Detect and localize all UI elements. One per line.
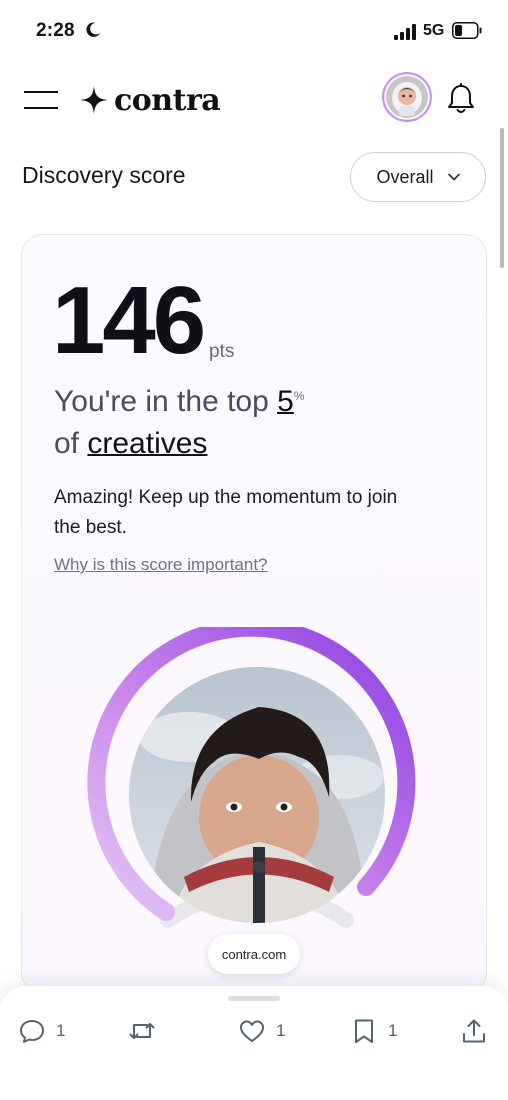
retweet-button[interactable] xyxy=(128,1016,166,1046)
signal-icon xyxy=(394,24,416,40)
moon-icon xyxy=(86,22,101,37)
like-count: 1 xyxy=(276,1021,286,1040)
heart-icon xyxy=(240,1020,264,1042)
chevron-down-icon xyxy=(447,173,460,181)
status-bar: 2:28 5G xyxy=(0,0,508,64)
score-ring xyxy=(86,627,426,947)
percent-sign: % xyxy=(293,389,305,403)
score-value: 146 xyxy=(52,267,206,374)
why-score-important-link[interactable]: Why is this score important? xyxy=(54,555,268,575)
reply-icon xyxy=(20,1020,44,1043)
reply-count: 1 xyxy=(56,1021,66,1040)
logo-text: contra xyxy=(114,82,221,118)
reply-button[interactable]: 1 xyxy=(18,1016,65,1046)
avatar[interactable] xyxy=(382,72,432,122)
bookmark-icon xyxy=(355,1019,373,1043)
status-time: 2:28 xyxy=(36,20,75,41)
contra-logo[interactable]: contra xyxy=(80,80,221,120)
rank-statement: You're in the top 5% of creatives xyxy=(54,381,474,465)
top-navigation: contra xyxy=(0,64,508,134)
network-type: 5G xyxy=(423,22,445,39)
sparkle-logo-icon xyxy=(80,86,108,114)
score-filter-dropdown[interactable]: Overall xyxy=(350,152,486,202)
scrollbar[interactable] xyxy=(500,128,504,268)
encouragement-message: Amazing! Keep up the momentum to join th… xyxy=(54,487,398,538)
share-button[interactable] xyxy=(460,1016,488,1046)
bookmark-button[interactable]: 1 xyxy=(350,1016,397,1046)
browser-url-chip[interactable]: contra.com xyxy=(208,934,300,974)
page-title: Discovery score xyxy=(22,162,186,188)
bookmark-count: 1 xyxy=(388,1021,398,1040)
discovery-score-card: 146 pts You're in the top 5% of creative… xyxy=(21,234,487,994)
notification-bell-icon[interactable] xyxy=(444,82,478,116)
rank-group-link[interactable]: creatives xyxy=(87,427,207,460)
rank-prefix: You're in the top xyxy=(54,385,269,418)
sheet-grabber[interactable] xyxy=(228,996,280,1001)
rank-of: of xyxy=(54,427,80,460)
rank-percentile: 5 xyxy=(277,385,294,418)
share-icon xyxy=(463,1019,485,1043)
battery-icon xyxy=(452,22,482,39)
profile-photo xyxy=(129,667,385,923)
like-button[interactable]: 1 xyxy=(238,1016,285,1046)
dropdown-selected-value: Overall xyxy=(376,166,434,187)
score-unit: pts xyxy=(209,341,235,362)
post-action-bar: 1 1 1 xyxy=(0,986,508,1100)
hamburger-menu-icon[interactable] xyxy=(24,88,58,112)
retweet-icon xyxy=(129,1023,155,1039)
